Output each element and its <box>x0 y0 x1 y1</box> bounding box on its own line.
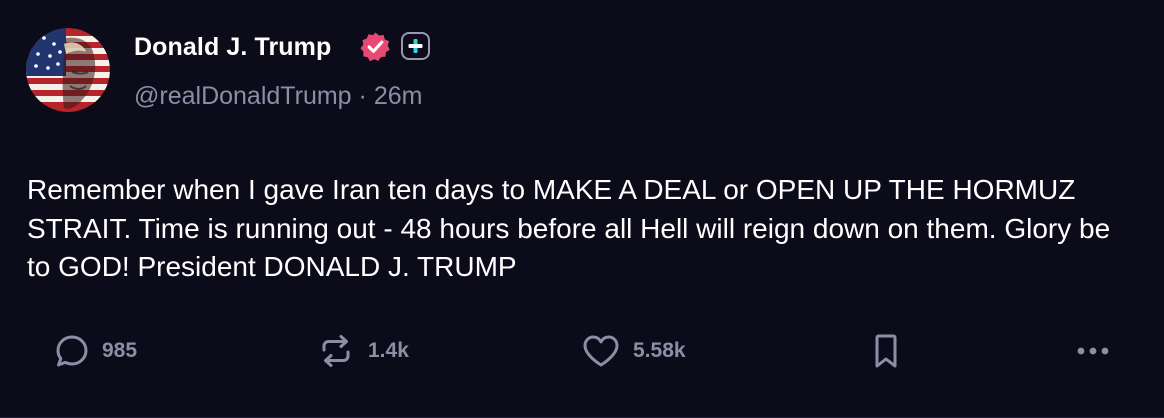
verified-badge-icon <box>360 32 390 62</box>
avatar[interactable] <box>26 28 110 112</box>
post-text: Remember when I gave Iran ten days to MA… <box>27 174 1111 282</box>
bookmark-button[interactable] <box>870 332 902 370</box>
repost-button[interactable]: 1.4k <box>316 332 409 370</box>
reply-button[interactable]: 985 <box>54 332 137 370</box>
comment-icon <box>56 335 88 367</box>
bookmark-icon <box>875 334 897 368</box>
display-name[interactable]: Donald J. Trump <box>134 30 331 64</box>
more-options-icon <box>1077 347 1109 355</box>
reply-count: 985 <box>102 339 138 362</box>
repost-icon <box>322 335 350 367</box>
more-options-button[interactable] <box>1074 332 1112 370</box>
like-button[interactable]: 5.58k <box>581 332 686 370</box>
timestamp[interactable]: 26m <box>374 82 423 110</box>
post-card[interactable]: Donald J. Trump @realDonaldTrump · 26m R… <box>0 0 1164 418</box>
separator-dot: · <box>358 82 367 110</box>
handle-line: @realDonaldTrump · 26m <box>134 80 422 112</box>
plus-icon <box>401 32 430 60</box>
repost-count: 1.4k <box>368 339 409 362</box>
user-handle[interactable]: @realDonaldTrump <box>134 82 352 110</box>
heart-icon <box>583 335 619 367</box>
like-count: 5.58k <box>633 339 686 362</box>
